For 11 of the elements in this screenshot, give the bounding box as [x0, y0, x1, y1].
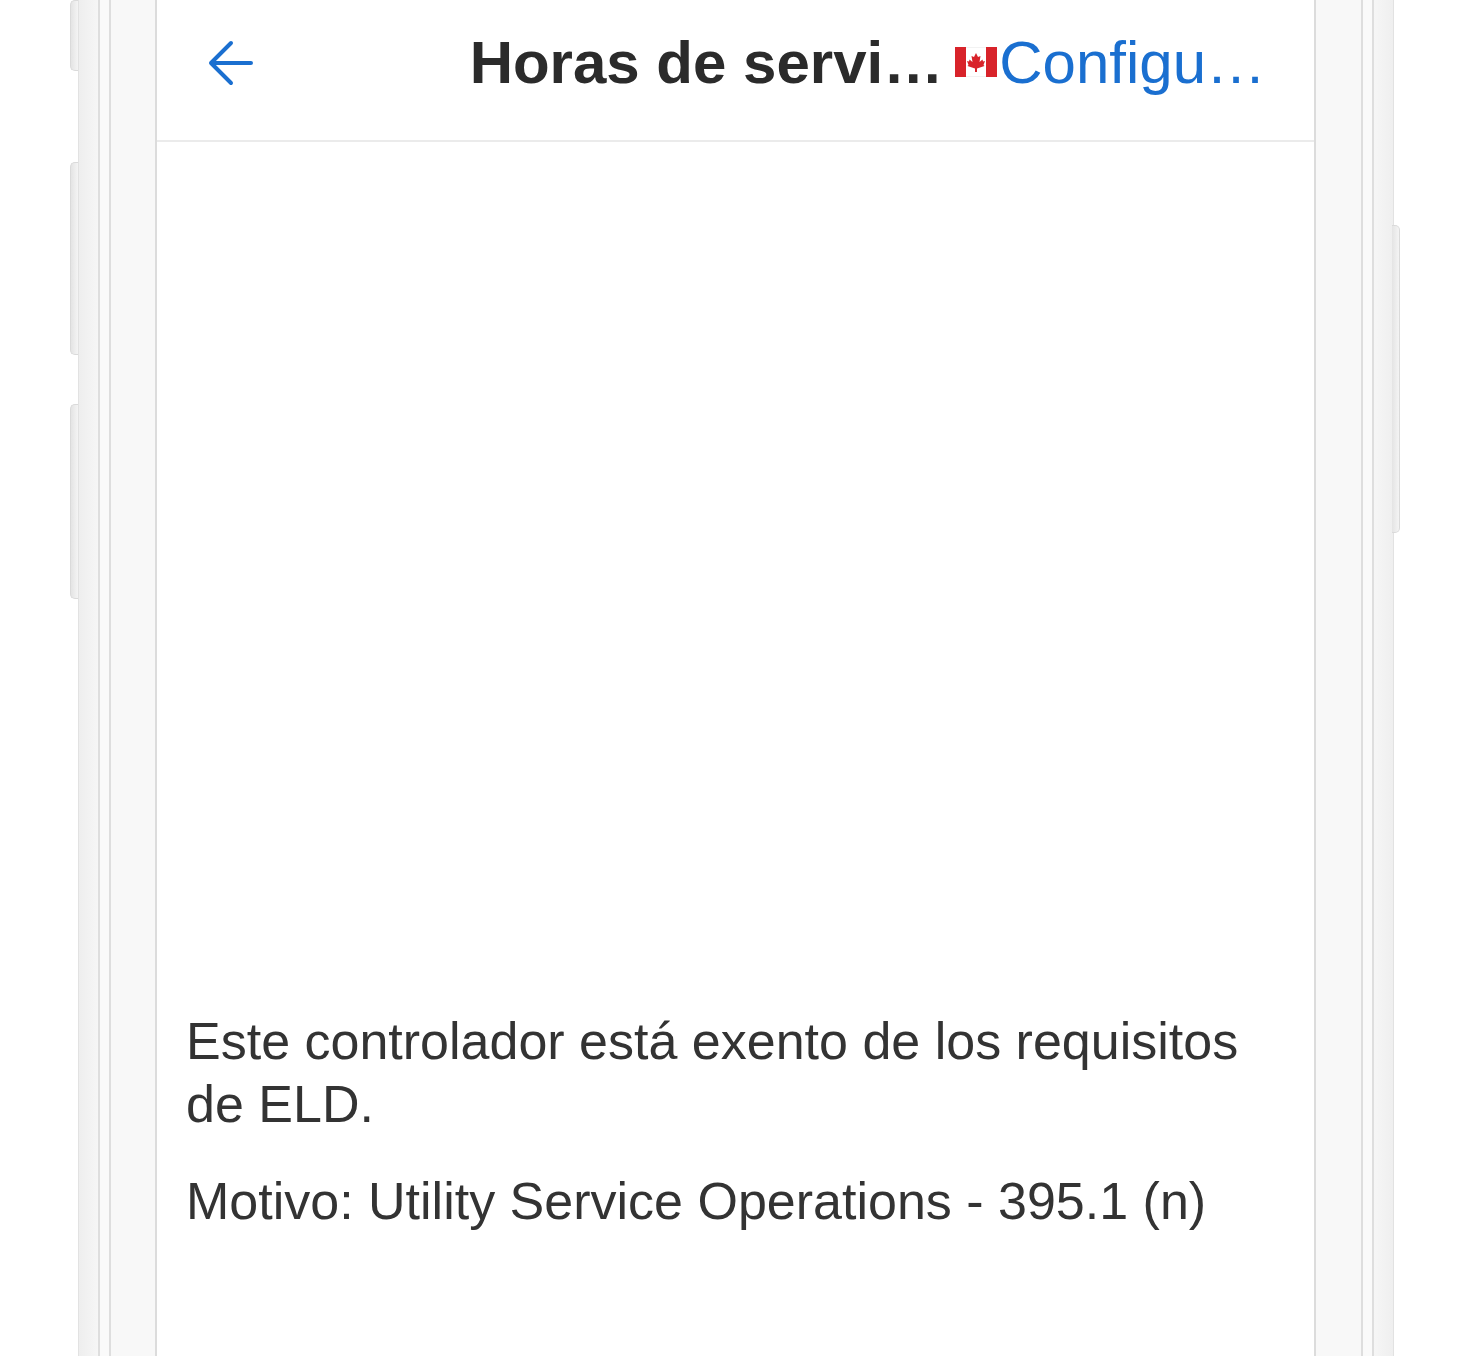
- body-text: Motivo: Utility Service Operations - 395.1 (n): [186, 1171, 1208, 1232]
- side-button[interactable]: [70, 0, 78, 71]
- flag-icon: [955, 47, 998, 77]
- side-button[interactable]: [1392, 225, 1400, 533]
- body-text: Este controlador está exento de los requisitos de ELD.: [186, 1011, 1240, 1135]
- back-button[interactable]: [207, 40, 253, 86]
- side-button[interactable]: [70, 404, 78, 599]
- screen-title: Horas de servi…: [469, 28, 944, 98]
- side-button[interactable]: [70, 162, 78, 355]
- back-arrow-icon: [207, 40, 253, 86]
- configure-button[interactable]: Configu…: [955, 28, 1266, 98]
